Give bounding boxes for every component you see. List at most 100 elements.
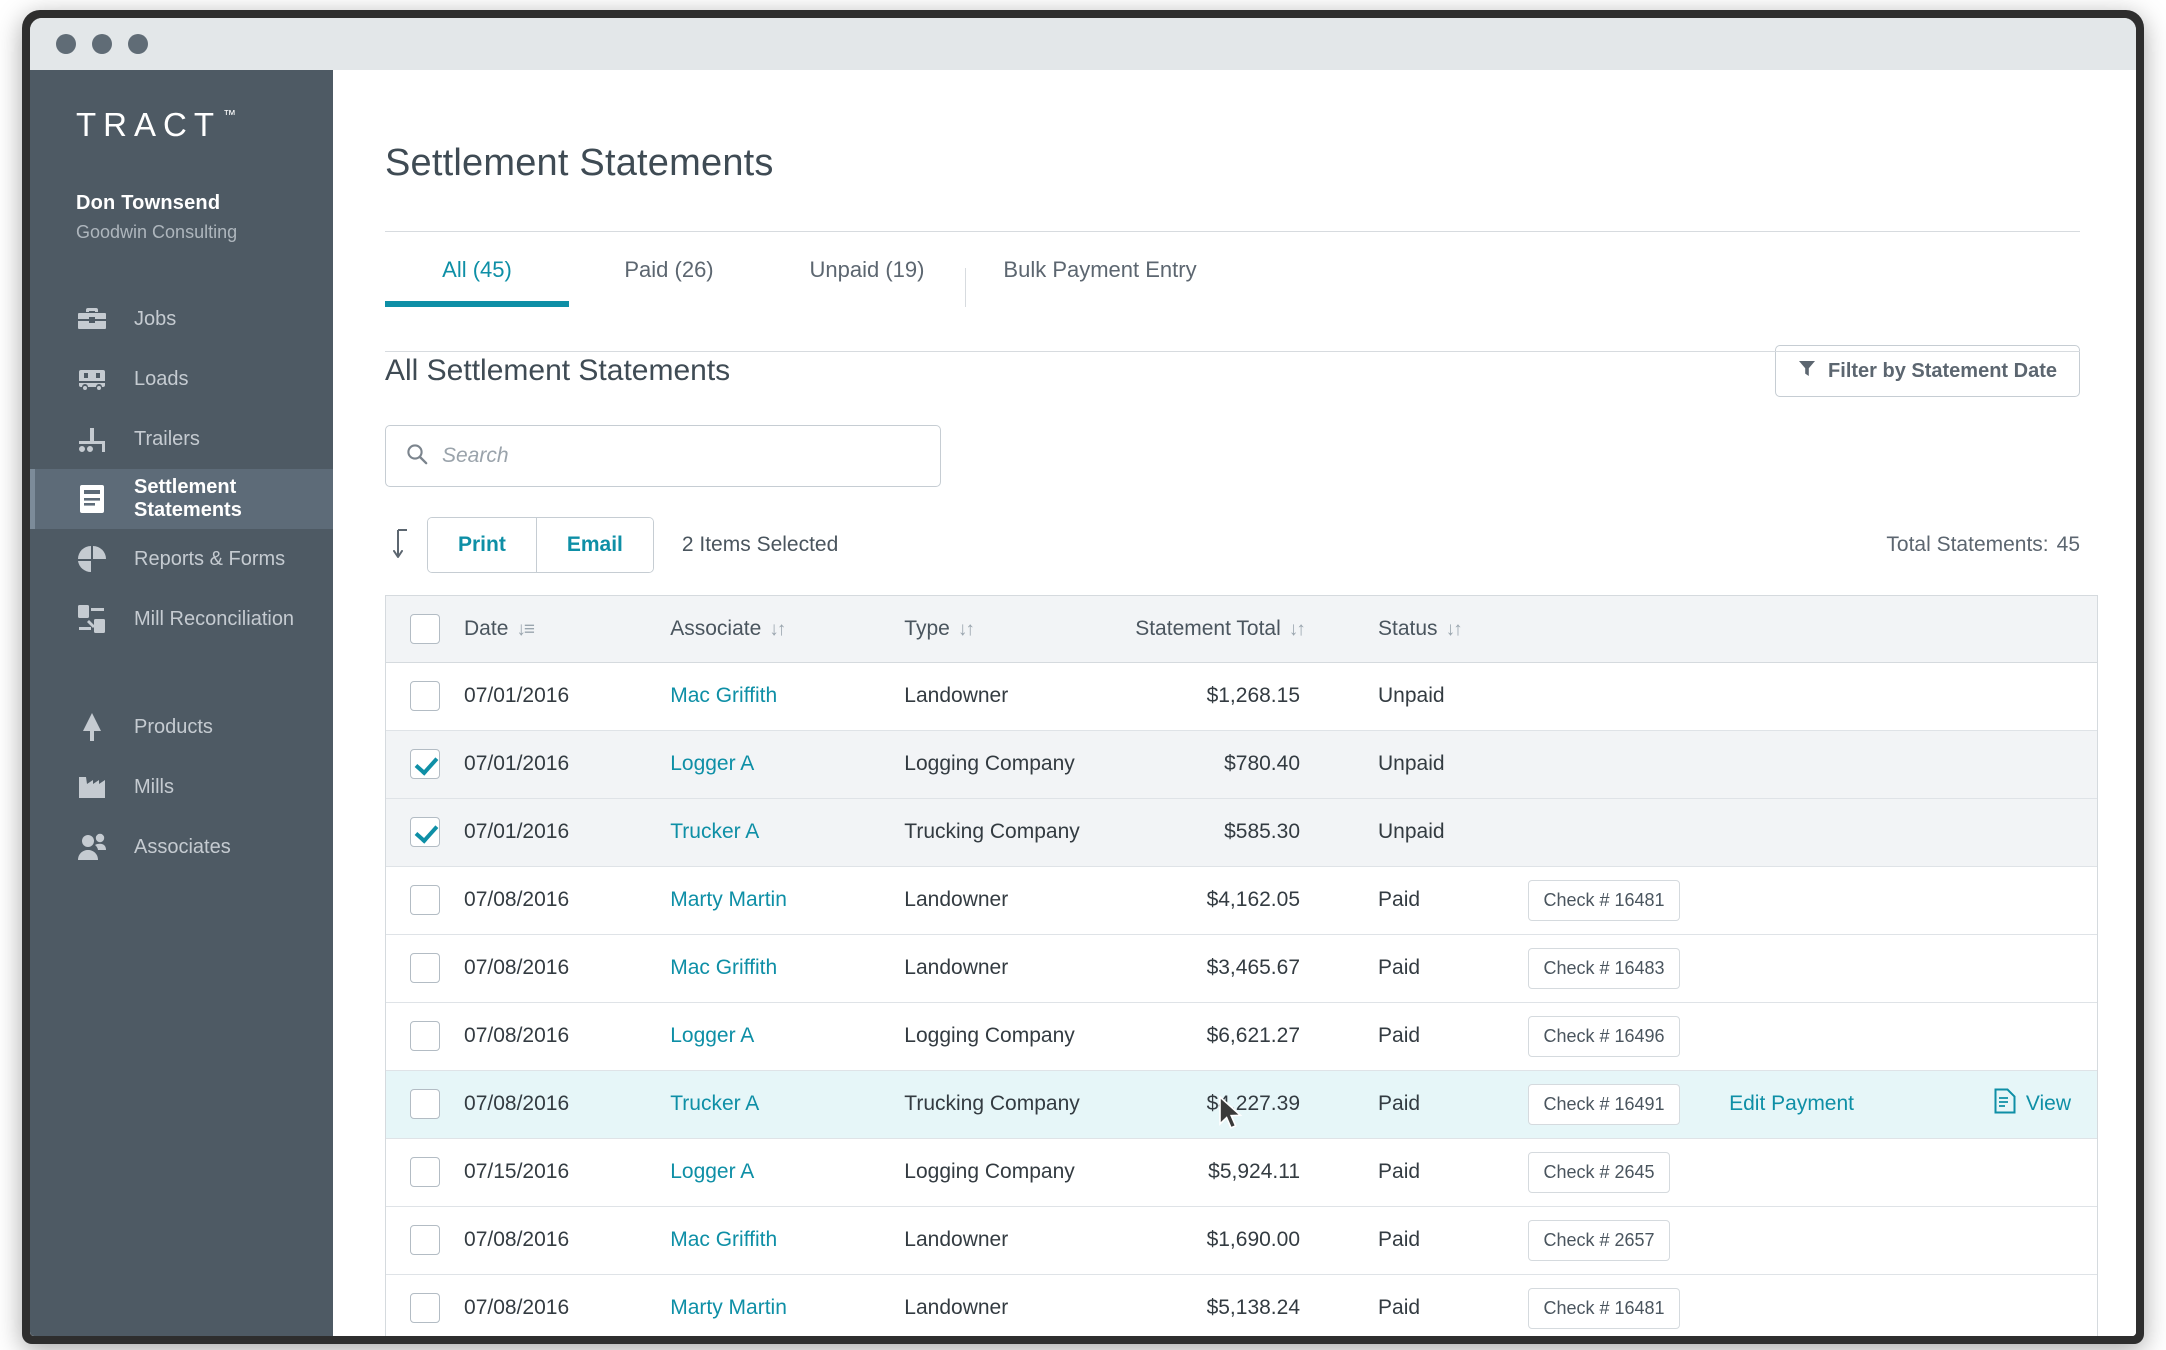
cell-associate[interactable]: Mac Griffith (670, 934, 905, 1003)
sidebar-item-mills[interactable]: Mills (30, 757, 333, 817)
row-checkbox[interactable] (410, 885, 440, 915)
column-header-edit (1729, 596, 1941, 663)
associate-link[interactable]: Logger A (670, 1024, 754, 1047)
column-header-statement-total[interactable]: Statement Total ↓↑ (1127, 596, 1379, 663)
sidebar-item-trailers[interactable]: Trailers (30, 409, 333, 469)
cell-associate[interactable]: Logger A (670, 1002, 905, 1071)
total-statements-label: Total Statements: (1886, 533, 2049, 556)
cell-check-number[interactable]: Check # 16483 (1528, 934, 1730, 1003)
search-box[interactable] (385, 425, 941, 487)
table-row[interactable]: 07/08/2016 Marty Martin Landowner $4,162.05… (386, 866, 2097, 935)
table-row[interactable]: 07/08/2016 Mac Griffith Landowner $1,690.00… (386, 1206, 2097, 1275)
check-number-button[interactable]: Check # 16483 (1528, 947, 1680, 989)
cell-associate[interactable]: Logger A (670, 730, 905, 799)
cell-check-number[interactable]: Check # 16491 (1528, 1070, 1730, 1139)
cell-view[interactable]: View (1940, 1070, 2097, 1139)
table-row[interactable]: 07/15/2016 Logger A Logging Company $5,924.… (386, 1138, 2097, 1207)
row-checkbox[interactable] (410, 1225, 440, 1255)
email-button[interactable]: Email (535, 518, 653, 572)
row-select-cell[interactable] (386, 1070, 465, 1139)
row-select-cell[interactable] (386, 662, 465, 731)
search-input[interactable] (442, 444, 920, 468)
cell-check-number[interactable]: Check # 16481 (1528, 866, 1730, 935)
check-number-button[interactable]: Check # 16496 (1528, 1015, 1680, 1057)
table-row[interactable]: 07/01/2016 Mac Griffith Landowner $1,268.15… (386, 662, 2097, 731)
filter-by-statement-date-button[interactable]: Filter by Statement Date (1775, 345, 2080, 397)
cell-associate[interactable]: Mac Griffith (670, 1206, 905, 1275)
cell-associate[interactable]: Logger A (670, 1138, 905, 1207)
view-link[interactable]: View (1994, 1088, 2071, 1120)
tab-all[interactable]: All (45) (385, 232, 569, 307)
check-number-button[interactable]: Check # 2657 (1528, 1219, 1670, 1261)
sidebar-item-mill-reconciliation[interactable]: Mill Reconciliation (30, 589, 333, 649)
row-checkbox[interactable] (410, 953, 440, 983)
sidebar-item-jobs[interactable]: Jobs (30, 289, 333, 349)
cell-associate[interactable]: Marty Martin (670, 866, 905, 935)
cell-check-number[interactable]: Check # 16496 (1528, 1002, 1730, 1071)
row-checkbox[interactable] (410, 1157, 440, 1187)
row-select-cell[interactable] (386, 1274, 465, 1336)
row-select-cell[interactable] (386, 934, 465, 1003)
row-select-cell[interactable] (386, 866, 465, 935)
edit-payment-link[interactable]: Edit Payment (1729, 1092, 1854, 1115)
associate-link[interactable]: Mac Griffith (670, 956, 777, 979)
window-maximize-dot[interactable] (128, 34, 148, 54)
sidebar-item-associates[interactable]: Associates (30, 817, 333, 877)
associate-link[interactable]: Trucker A (670, 820, 759, 843)
row-select-cell[interactable] (386, 730, 465, 799)
associate-link[interactable]: Mac Griffith (670, 684, 777, 707)
column-header-status[interactable]: Status ↓↑ (1378, 596, 1529, 663)
table-row[interactable]: 07/08/2016 Mac Griffith Landowner $3,465.67… (386, 934, 2097, 1003)
row-select-cell[interactable] (386, 1206, 465, 1275)
row-checkbox[interactable] (410, 1021, 440, 1051)
table-row[interactable]: 07/08/2016 Logger A Logging Company $6,621.… (386, 1002, 2097, 1071)
row-select-cell[interactable] (386, 798, 465, 867)
column-select-all[interactable] (386, 596, 465, 663)
tab-bulk-payment-entry[interactable]: Bulk Payment Entry (970, 232, 1230, 307)
column-header-associate[interactable]: Associate ↓↑ (670, 596, 905, 663)
row-select-cell[interactable] (386, 1002, 465, 1071)
row-checkbox[interactable] (410, 1293, 440, 1323)
table-row[interactable]: 07/01/2016 Logger A Logging Company $780.40… (386, 730, 2097, 799)
cell-edit-payment[interactable]: Edit Payment (1729, 1070, 1941, 1139)
row-checkbox[interactable] (410, 749, 440, 779)
print-button[interactable]: Print (428, 518, 536, 572)
check-number-button[interactable]: Check # 16481 (1528, 879, 1680, 921)
associate-link[interactable]: Mac Griffith (670, 1228, 777, 1251)
cell-check-number[interactable]: Check # 2645 (1528, 1138, 1730, 1207)
table-row[interactable]: 07/08/2016 Trucker A Trucking Company $4,22… (386, 1070, 2097, 1139)
sidebar-item-settlement-statements[interactable]: Settlement Statements (30, 469, 333, 529)
sidebar-item-products[interactable]: Products (30, 697, 333, 757)
associate-link[interactable]: Marty Martin (670, 1296, 787, 1319)
app-logo[interactable]: TRACT ™ (30, 106, 236, 144)
cell-associate[interactable]: Marty Martin (670, 1274, 905, 1336)
column-header-type[interactable]: Type ↓↑ (904, 596, 1128, 663)
row-checkbox[interactable] (410, 1089, 440, 1119)
sidebar-item-loads[interactable]: Loads (30, 349, 333, 409)
check-number-button[interactable]: Check # 16491 (1528, 1083, 1680, 1125)
row-select-cell[interactable] (386, 1138, 465, 1207)
sidebar-item-reports-and-forms[interactable]: Reports & Forms (30, 529, 333, 589)
associate-link[interactable]: Logger A (670, 1160, 754, 1183)
cell-associate[interactable]: Trucker A (670, 1070, 905, 1139)
cell-associate[interactable]: Mac Griffith (670, 662, 905, 731)
check-number-button[interactable]: Check # 2645 (1528, 1151, 1670, 1193)
cell-check-number[interactable]: Check # 16481 (1528, 1274, 1730, 1336)
associate-link[interactable]: Marty Martin (670, 888, 787, 911)
table-row[interactable]: 07/01/2016 Trucker A Trucking Company $585.… (386, 798, 2097, 867)
column-header-date[interactable]: Date ↓≡ (464, 596, 671, 663)
window-close-dot[interactable] (56, 34, 76, 54)
associate-link[interactable]: Trucker A (670, 1092, 759, 1115)
window-minimize-dot[interactable] (92, 34, 112, 54)
tab-paid[interactable]: Paid (26) (569, 232, 769, 307)
check-number-button[interactable]: Check # 16481 (1528, 1287, 1680, 1329)
table-row[interactable]: 07/08/2016 Marty Martin Landowner $5,138.24… (386, 1274, 2097, 1336)
row-checkbox[interactable] (410, 681, 440, 711)
associate-link[interactable]: Logger A (670, 752, 754, 775)
cell-check-number[interactable]: Check # 2657 (1528, 1206, 1730, 1275)
cell-associate[interactable]: Trucker A (670, 798, 905, 867)
tab-unpaid[interactable]: Unpaid (19) (769, 232, 965, 307)
app-logo-text: TRACT (76, 106, 221, 143)
row-checkbox[interactable] (410, 817, 440, 847)
select-all-checkbox[interactable] (410, 613, 440, 644)
